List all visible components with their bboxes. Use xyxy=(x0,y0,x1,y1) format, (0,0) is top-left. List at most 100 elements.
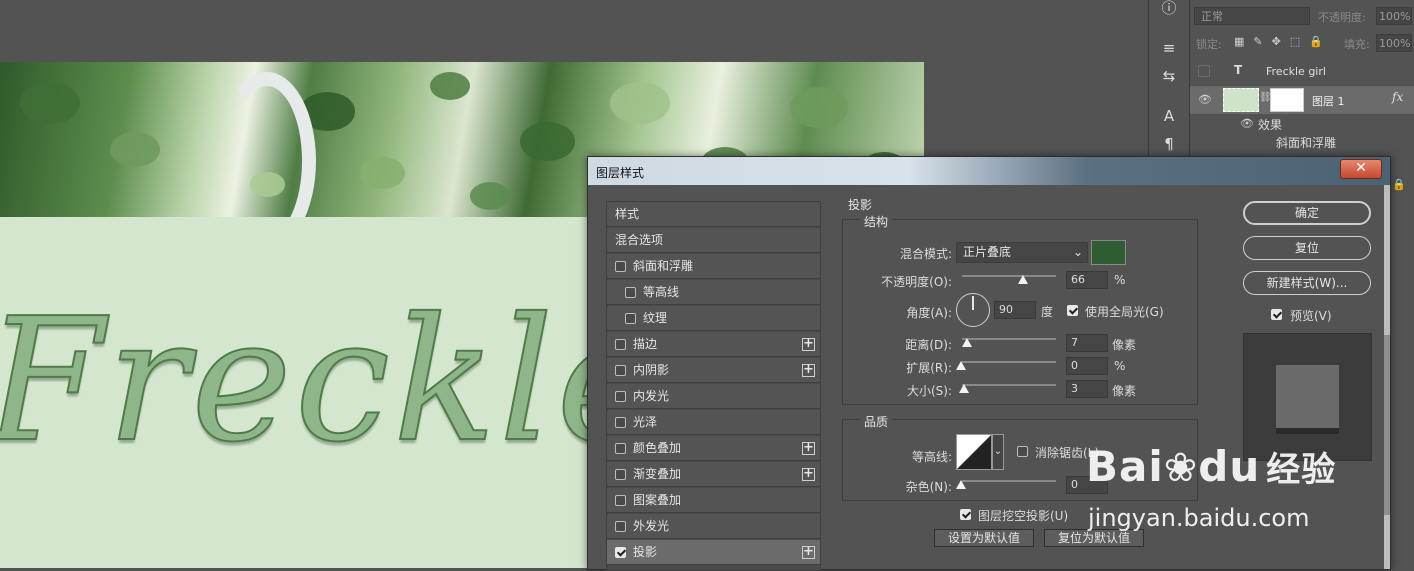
style-item[interactable]: 纹理 xyxy=(607,306,820,331)
shadow-blend-mode-select[interactable]: 正片叠底 ⌄ xyxy=(956,242,1088,263)
style-item[interactable]: 等高线 xyxy=(607,280,820,305)
add-effect-icon[interactable]: + xyxy=(802,363,815,377)
style-checkbox[interactable] xyxy=(615,417,626,428)
layer-name[interactable]: Freckle girl xyxy=(1266,65,1326,78)
leaf-shape xyxy=(430,72,470,100)
style-item[interactable]: 内发光 xyxy=(607,384,820,409)
visibility-toggle-empty[interactable] xyxy=(1198,65,1210,77)
scrollbar[interactable] xyxy=(1384,185,1390,569)
dialog-title-bar[interactable]: 图层样式 ✕ xyxy=(588,157,1390,185)
style-item-label: 描边 xyxy=(633,337,658,351)
add-effect-icon[interactable]: + xyxy=(802,467,815,481)
size-slider-track[interactable] xyxy=(962,384,1056,386)
shadow-color-swatch[interactable] xyxy=(1091,240,1126,265)
opacity-slider-thumb[interactable] xyxy=(1018,275,1028,284)
add-effect-icon[interactable]: + xyxy=(802,441,815,455)
style-checkbox[interactable] xyxy=(625,287,636,298)
layer-name[interactable]: 图层 1 xyxy=(1312,93,1345,109)
preview-checkbox[interactable] xyxy=(1271,309,1282,320)
style-item[interactable]: 内阴影 + xyxy=(607,358,820,383)
style-item[interactable]: 投影 + xyxy=(607,540,820,565)
style-item-label: 内阴影 xyxy=(633,363,670,377)
preview-label: 预览(V) xyxy=(1290,309,1332,323)
angle-label: 角度(A): xyxy=(906,306,952,320)
fill-input[interactable]: 100% xyxy=(1376,34,1412,52)
noise-slider-thumb[interactable] xyxy=(956,480,966,489)
eye-icon[interactable]: 👁 xyxy=(1240,117,1254,130)
structure-title: 结构 xyxy=(860,213,893,230)
scrollbar-thumb[interactable] xyxy=(1384,335,1390,515)
opacity-slider-track[interactable] xyxy=(962,275,1056,277)
leaf-shape xyxy=(360,157,405,189)
section-title: 投影 xyxy=(848,198,873,212)
leaf-shape xyxy=(520,122,575,161)
character-icon[interactable]: A xyxy=(1159,106,1179,126)
size-input[interactable]: 3 xyxy=(1066,380,1108,398)
style-checkbox[interactable] xyxy=(615,495,626,506)
style-item-label: 外发光 xyxy=(633,519,670,533)
knockout-label: 图层挖空投影(U) xyxy=(978,509,1069,523)
new-style-button[interactable]: 新建样式(W)... xyxy=(1243,271,1371,295)
reset-button[interactable]: 复位 xyxy=(1243,236,1371,260)
blend-mode-select[interactable]: 正常 xyxy=(1194,7,1310,25)
style-checkbox[interactable] xyxy=(615,469,626,480)
effect-item[interactable]: 斜面和浮雕 xyxy=(1276,134,1336,151)
spread-slider-track[interactable] xyxy=(962,361,1056,363)
brush-settings-icon[interactable]: ≡ xyxy=(1159,38,1179,58)
adjustments-icon[interactable]: ⇆ xyxy=(1159,66,1179,86)
lock-label: 锁定: xyxy=(1196,38,1222,51)
style-list: 样式 混合选项斜面和浮雕等高线 纹理描边 + 内阴影 + 内发光 光泽 颜色叠加 + 渐变叠加 + 图案… xyxy=(606,201,821,571)
opacity-label: 不透明度: xyxy=(1318,11,1366,24)
style-checkbox[interactable] xyxy=(615,443,626,454)
style-checkbox[interactable] xyxy=(615,365,626,376)
set-default-button[interactable]: 设置为默认值 xyxy=(934,529,1034,547)
chevron-down-icon[interactable]: ⌄ xyxy=(992,434,1004,470)
noise-label: 杂色(N): xyxy=(905,480,952,494)
ok-button[interactable]: 确定 xyxy=(1243,201,1371,225)
style-item[interactable]: 斜面和浮雕 xyxy=(607,254,820,279)
info-icon[interactable]: ⓘ xyxy=(1159,0,1179,18)
style-checkbox[interactable] xyxy=(615,261,626,272)
style-checkbox[interactable] xyxy=(615,339,626,350)
style-item[interactable]: 光泽 xyxy=(607,410,820,435)
leaf-shape xyxy=(610,82,670,124)
style-item-label: 斜面和浮雕 xyxy=(633,259,694,273)
antialias-checkbox[interactable] xyxy=(1017,446,1028,457)
add-effect-icon[interactable]: + xyxy=(802,337,815,351)
size-slider-thumb[interactable] xyxy=(959,384,969,393)
style-item[interactable]: 混合选项 xyxy=(607,228,820,253)
contour-preview[interactable] xyxy=(956,434,992,470)
style-checkbox[interactable] xyxy=(615,521,626,532)
opacity-input[interactable]: 66 xyxy=(1066,271,1108,289)
add-effect-icon[interactable]: + xyxy=(802,545,815,559)
close-button[interactable]: ✕ xyxy=(1340,159,1382,179)
global-light-checkbox[interactable] xyxy=(1067,305,1078,316)
style-checkbox[interactable] xyxy=(615,547,626,558)
distance-slider-thumb[interactable] xyxy=(962,338,972,347)
spread-slider-thumb[interactable] xyxy=(956,361,966,370)
style-checkbox[interactable] xyxy=(625,313,636,324)
eye-icon[interactable]: 👁 xyxy=(1198,93,1212,106)
lock-icons[interactable]: ▦✎✥⬚🔒 xyxy=(1234,35,1332,48)
angle-input[interactable]: 90 xyxy=(994,301,1036,319)
noise-slider-track[interactable] xyxy=(962,480,1056,482)
style-checkbox[interactable] xyxy=(615,391,626,402)
layer-row-text[interactable]: T Freckle girl xyxy=(1190,58,1414,86)
style-item[interactable]: 颜色叠加 + xyxy=(607,436,820,461)
distance-input[interactable]: 7 xyxy=(1066,334,1108,352)
layer-row-image[interactable]: 👁 ⛓ 图层 1 fx xyxy=(1190,86,1414,114)
style-item[interactable]: 外发光 xyxy=(607,514,820,539)
paragraph-icon[interactable]: ¶ xyxy=(1159,134,1179,154)
style-item[interactable]: 渐变叠加 + xyxy=(607,462,820,487)
fx-icon[interactable]: fx xyxy=(1392,90,1403,104)
style-item[interactable]: 图案叠加 xyxy=(607,488,820,513)
spread-input[interactable]: 0 xyxy=(1066,357,1108,375)
distance-slider-track[interactable] xyxy=(962,338,1056,340)
angle-dial[interactable] xyxy=(956,293,990,327)
style-item[interactable]: 描边 + xyxy=(607,332,820,357)
spread-label: 扩展(R): xyxy=(906,361,952,375)
style-item[interactable]: 样式 xyxy=(607,202,820,227)
opacity-input[interactable]: 100% xyxy=(1376,7,1412,25)
layer-mask-thumbnail[interactable] xyxy=(1270,88,1304,112)
knockout-checkbox[interactable] xyxy=(960,509,971,520)
